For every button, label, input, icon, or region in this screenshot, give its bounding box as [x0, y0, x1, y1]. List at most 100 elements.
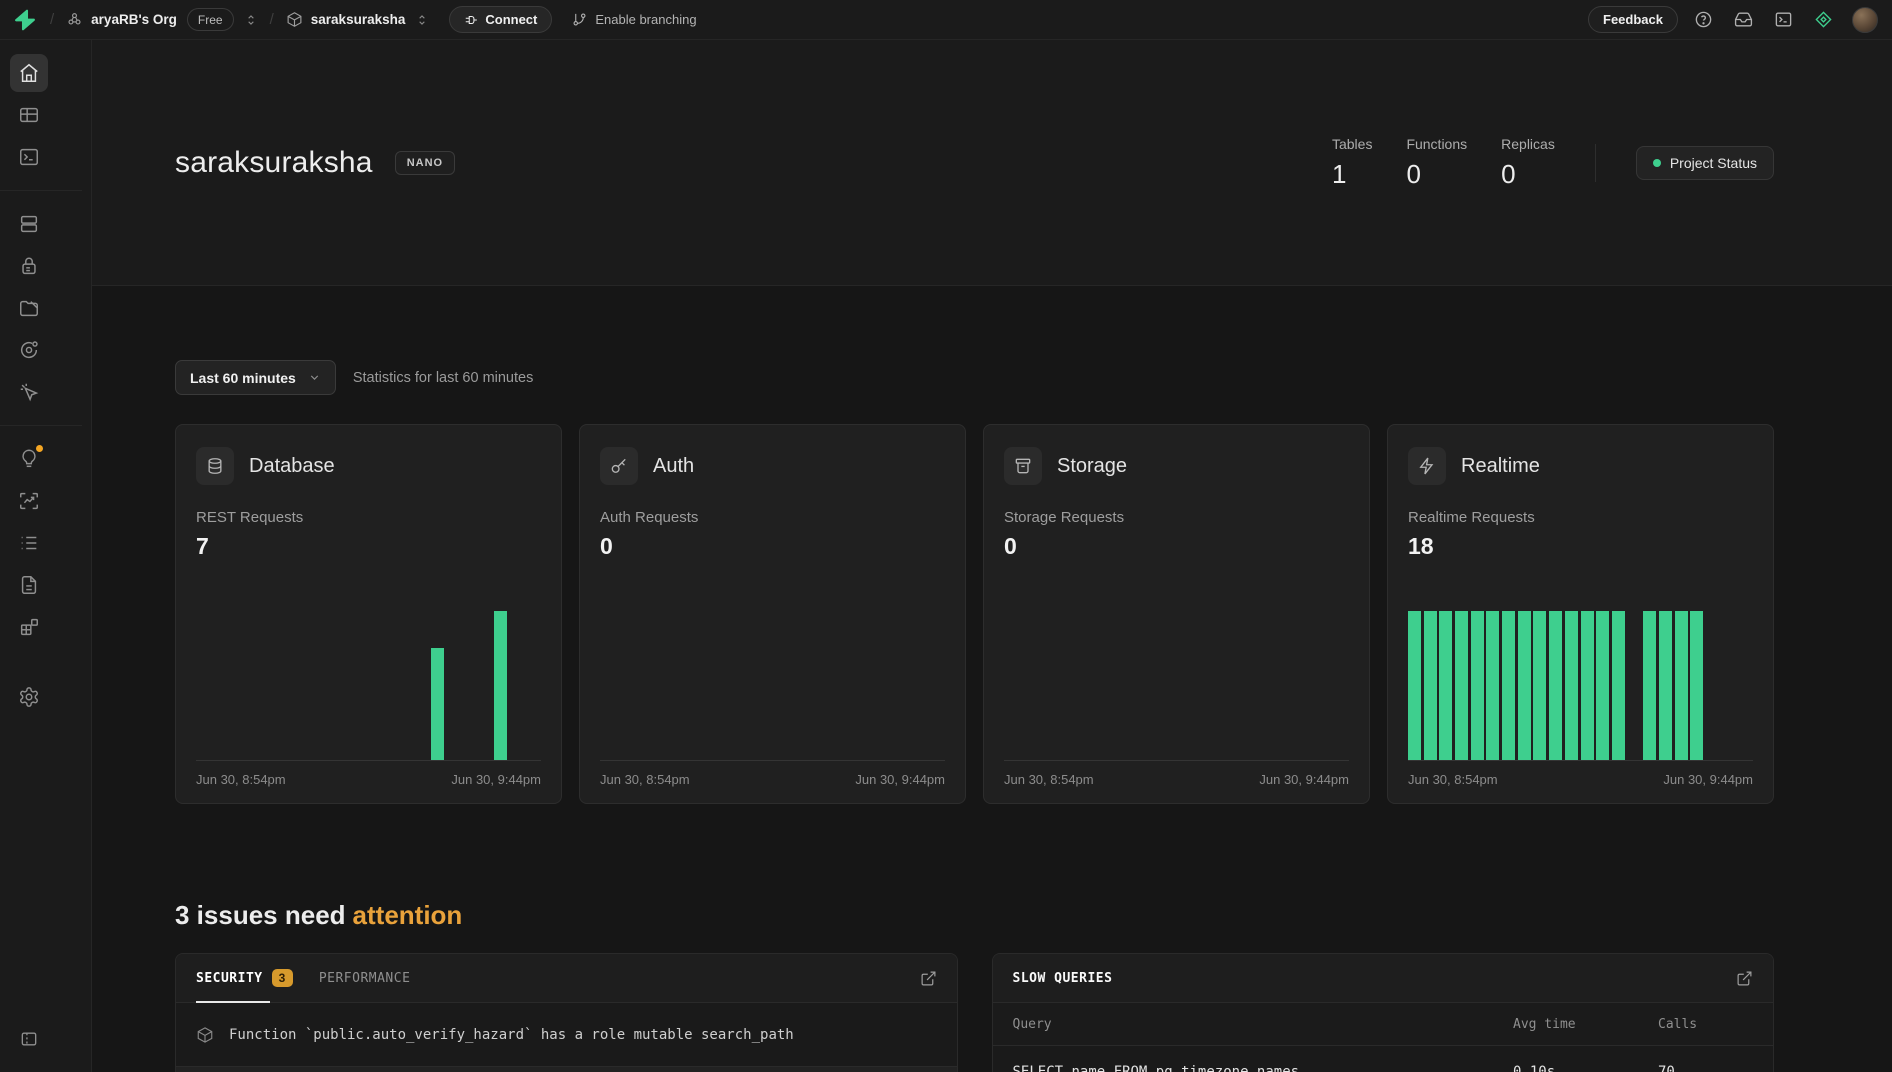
chart-start-time: Jun 30, 8:54pm [600, 772, 690, 787]
chart-bar [1423, 611, 1437, 760]
realtime-card[interactable]: Realtime Realtime Requests 18 Jun 30, 8:… [1387, 424, 1774, 804]
statistics-description: Statistics for last 60 minutes [352, 369, 534, 386]
sidebar-item-project-settings[interactable] [10, 678, 48, 716]
sidebar-item-database[interactable] [10, 205, 48, 243]
home-icon [18, 62, 40, 84]
key-icon [600, 447, 638, 485]
terminal-icon[interactable] [1768, 5, 1798, 35]
org-selector-chevrons-icon[interactable] [244, 13, 258, 27]
project-header: saraksuraksha NANO Tables 1 Functions 0 … [92, 40, 1892, 286]
chart-start-time: Jun 30, 8:54pm [1408, 772, 1498, 787]
storage-card[interactable]: Storage Storage Requests 0 Jun 30, 8:54p… [983, 424, 1370, 804]
next-issue-row-partial[interactable] [176, 1067, 957, 1072]
realtime-activity-chart [1408, 611, 1753, 761]
chart-bar [1517, 611, 1531, 760]
cursor-click-icon [18, 381, 40, 403]
tab-security[interactable]: SECURITY 3 [196, 954, 293, 1003]
breadcrumb-organization[interactable]: aryaRB's Org [66, 11, 177, 28]
metric-value: 0 [1004, 533, 1017, 559]
sidebar-item-home[interactable] [10, 54, 48, 92]
breadcrumb-separator: / [269, 11, 274, 28]
slow-query-row[interactable]: SELECT name FROM pg_timezone_names 0.10s… [993, 1046, 1774, 1072]
tab-performance[interactable]: PERFORMANCE [319, 954, 411, 1002]
stat-label: Tables [1331, 135, 1373, 152]
connect-plug-icon [464, 13, 478, 27]
ai-assistant-icon[interactable] [1808, 5, 1838, 35]
gear-icon [18, 686, 40, 708]
functions-orbit-icon [18, 339, 40, 361]
collapse-sidebar-button[interactable] [10, 1020, 48, 1058]
chart-bar [1439, 611, 1453, 760]
sidebar-item-table-editor[interactable] [10, 96, 48, 134]
sidebar-item-api-docs[interactable] [10, 566, 48, 604]
lightning-icon [1408, 447, 1446, 485]
terminal-square-icon [18, 146, 40, 168]
auth-card[interactable]: Auth Auth Requests 0 Jun 30, 8:54pm Jun … [579, 424, 966, 804]
vertical-divider [1594, 143, 1596, 182]
server-stack-icon [18, 213, 40, 235]
user-avatar[interactable] [1852, 6, 1878, 33]
tab-performance-label: PERFORMANCE [318, 970, 411, 986]
external-link-icon[interactable] [920, 970, 937, 987]
chart-bar [493, 611, 507, 760]
stat-replicas[interactable]: Replicas 0 [1501, 136, 1555, 190]
database-card[interactable]: Database REST Requests 7 Jun 30, 8:54pm … [175, 424, 562, 804]
sidebar-item-sql-editor[interactable] [10, 138, 48, 176]
project-selector-chevrons-icon[interactable] [415, 13, 429, 27]
slow-queries-column-headers: Query Avg time Calls [992, 1003, 1773, 1046]
sidebar-item-authentication[interactable] [10, 247, 48, 285]
chart-end-time: Jun 30, 9:44pm [1663, 772, 1753, 787]
slow-queries-panel: SLOW QUERIES Query Avg time Calls SELECT… [991, 953, 1774, 1072]
advisors-notification-dot [34, 443, 45, 454]
time-range-label: Last 60 minutes [190, 369, 296, 386]
supabase-logo[interactable] [14, 9, 36, 31]
chart-start-time: Jun 30, 8:54pm [1004, 772, 1094, 787]
chart-bar [1674, 611, 1688, 760]
breadcrumb-separator: / [50, 11, 55, 28]
document-icon [18, 574, 40, 596]
folder-icon [18, 297, 40, 319]
sidebar-item-integrations[interactable] [10, 608, 48, 646]
enable-branching-button[interactable]: Enable branching [572, 12, 697, 27]
project-status-button[interactable]: Project Status [1635, 145, 1774, 180]
plan-badge[interactable]: Free [186, 8, 234, 31]
feedback-button[interactable]: Feedback [1588, 6, 1678, 33]
sidebar-item-storage[interactable] [10, 289, 48, 327]
external-link-icon[interactable] [1736, 970, 1753, 987]
compute-size-badge[interactable]: NANO [394, 150, 456, 175]
sidebar-item-edge-functions[interactable] [10, 331, 48, 369]
archive-icon [1004, 447, 1042, 485]
stat-label: Functions [1406, 135, 1468, 152]
query-text: SELECT name FROM pg_timezone_names [1012, 1064, 1300, 1072]
card-title: Realtime [1461, 454, 1540, 477]
issues-heading-highlight: attention [352, 900, 463, 930]
top-navigation-bar: / aryaRB's Org Free / saraksuraksha Conn… [0, 0, 1892, 40]
page-title: saraksuraksha [175, 145, 373, 179]
sidebar-item-realtime[interactable] [10, 373, 48, 411]
chart-report-icon [18, 490, 40, 512]
chart-bar [1564, 611, 1578, 760]
connect-button[interactable]: Connect [449, 6, 553, 33]
metric-value: 0 [600, 533, 613, 559]
stat-tables[interactable]: Tables 1 [1332, 136, 1372, 190]
feedback-button-label: Feedback [1603, 12, 1663, 27]
chart-bar [1596, 611, 1610, 760]
metric-label: REST Requests [196, 509, 304, 526]
chart-bar [1580, 611, 1594, 760]
chart-start-time: Jun 30, 8:54pm [196, 772, 286, 787]
help-icon[interactable] [1688, 5, 1718, 35]
tab-security-label: SECURITY [196, 970, 263, 986]
chart-bar [431, 648, 445, 760]
sidebar-nav-rail [0, 40, 92, 1072]
metric-label: Realtime Requests [1408, 509, 1535, 526]
breadcrumb-project[interactable]: saraksuraksha [286, 11, 405, 28]
time-range-dropdown[interactable]: Last 60 minutes [175, 360, 336, 395]
sidebar-item-reports[interactable] [10, 482, 48, 520]
sidebar-item-advisors[interactable] [10, 440, 48, 478]
security-issue-row[interactable]: Function `public.auto_verify_hazard` has… [176, 1003, 957, 1067]
sidebar-item-logs[interactable] [10, 524, 48, 562]
chart-bar [1455, 611, 1469, 760]
column-header-calls: Calls [1658, 1016, 1698, 1032]
inbox-icon[interactable] [1728, 5, 1758, 35]
stat-functions[interactable]: Functions 0 [1406, 136, 1467, 190]
